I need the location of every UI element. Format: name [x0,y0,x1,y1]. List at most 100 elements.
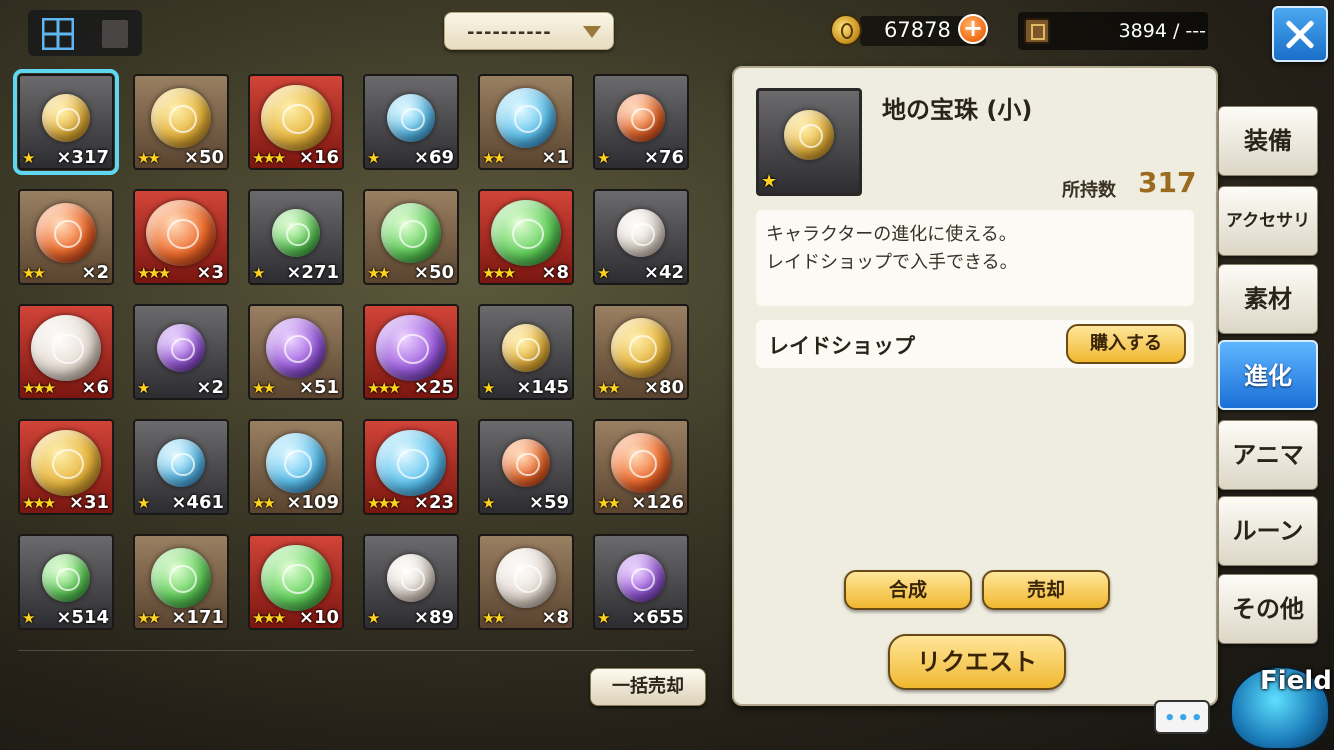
item-slot[interactable]: ★★★ ×25 [363,304,459,400]
item-slot[interactable]: ★★ ×8 [478,534,574,630]
item-detail-panel: ★ 地の宝珠 (小) 所持数 317 キャラクターの進化に使える。 レイドショッ… [732,66,1218,706]
gold-counter: 67878 + [830,12,990,48]
item-stars: ★★★ [22,494,56,512]
item-slot[interactable]: ★ ×89 [363,534,459,630]
wind-orb-icon [261,545,331,612]
tab-anima[interactable]: アニマ [1218,420,1318,490]
item-slot[interactable]: ★★ ×109 [248,419,344,515]
item-slot[interactable]: ★★★ ×6 [18,304,114,400]
fire-orb-icon [502,439,550,488]
item-stars: ★★ [252,494,276,512]
item-slot[interactable]: ★ ×514 [18,534,114,630]
item-slot[interactable]: ★ ×42 [593,189,689,285]
tab-material[interactable]: 素材 [1218,264,1318,334]
item-count: ×8 [541,262,569,283]
add-gold-button[interactable]: + [958,14,988,44]
close-button[interactable] [1272,6,1328,62]
fire-orb-icon [146,200,216,267]
item-slot[interactable]: ★★ ×50 [133,74,229,170]
item-slot[interactable]: ★★★ ×23 [363,419,459,515]
item-slot[interactable]: ★★★ ×16 [248,74,344,170]
item-stars: ★ [252,264,266,282]
field-label: Field [1260,666,1332,696]
item-count: ×69 [413,147,454,168]
item-slot[interactable]: ★ ×145 [478,304,574,400]
item-count: ×317 [56,147,109,168]
light-orb-icon [387,554,435,603]
item-count: ×2 [196,377,224,398]
light-orb-icon [617,209,665,258]
chat-button[interactable]: ••• [1154,700,1210,734]
earth-orb-icon [261,85,331,152]
item-slot[interactable]: ★★★ ×31 [18,419,114,515]
item-stars: ★ [367,609,381,627]
synthesize-button[interactable]: 合成 [844,570,972,610]
item-slot[interactable]: ★★ ×50 [363,189,459,285]
item-stars: ★ [482,494,496,512]
item-stars: ★★★ [367,379,401,397]
fire-orb-icon [617,94,665,143]
item-count: ×145 [516,377,569,398]
water-orb-icon [496,88,556,149]
item-count: ×2 [81,262,109,283]
source-name: レイドショップ [768,334,915,358]
item-count: ×6 [81,377,109,398]
description-line: レイドショップで入手できる。 [766,252,1018,273]
item-slot[interactable]: ★★★ ×3 [133,189,229,285]
item-slot[interactable]: ★ ×76 [593,74,689,170]
item-slot[interactable]: ★ ×461 [133,419,229,515]
item-grid: ★ ×317 ★★ ×50 ★★★ ×16 ★ ×69 ★★ ×1 ★ ×76 ★★ ×2 ★★★ ×3 ★ ×2… [13,69,694,636]
item-count: ×16 [298,147,339,168]
item-slot[interactable]: ★ ×655 [593,534,689,630]
item-count: ×10 [298,607,339,628]
dark-orb-icon [157,324,205,373]
item-count: ×171 [171,607,224,628]
item-count: ×50 [413,262,454,283]
item-slot[interactable]: ★ ×69 [363,74,459,170]
dark-orb-icon [617,554,665,603]
light-orb-icon [31,315,101,382]
item-stars: ★ [137,494,151,512]
earth-orb-icon [502,324,550,373]
owned-label: 所持数 [1062,180,1116,201]
item-count: ×59 [528,492,569,513]
item-slot[interactable]: ★ ×271 [248,189,344,285]
tab-evolution[interactable]: 進化 [1218,340,1318,410]
item-slot[interactable]: ★ ×59 [478,419,574,515]
field-button[interactable]: Field [1222,652,1334,750]
item-slot[interactable]: ★★★ ×8 [478,189,574,285]
view-toggle [28,10,142,56]
item-count: ×50 [183,147,224,168]
wind-orb-icon [381,203,441,264]
selected-item-icon: ★ [756,88,862,196]
buy-button[interactable]: 購入する [1066,324,1186,364]
single-view-icon[interactable] [102,20,128,48]
item-count: ×51 [298,377,339,398]
request-button[interactable]: リクエスト [888,634,1066,690]
item-slot[interactable]: ★ ×317 [13,69,119,175]
item-count: ×655 [631,607,684,628]
wind-orb-icon [151,548,211,609]
tab-equipment[interactable]: 装備 [1218,106,1318,176]
item-slot[interactable]: ★ ×2 [133,304,229,400]
filter-dropdown[interactable]: ---------- [444,12,614,50]
dark-orb-icon [376,315,446,382]
tab-accessory[interactable]: アクセサリ [1218,186,1318,256]
item-slot[interactable]: ★★ ×1 [478,74,574,170]
water-orb-icon [266,433,326,494]
grid-view-icon[interactable] [42,18,74,50]
item-slot[interactable]: ★★ ×80 [593,304,689,400]
item-slot[interactable]: ★★★ ×10 [248,534,344,630]
sell-button[interactable]: 売却 [982,570,1110,610]
item-stars: ★★ [137,609,161,627]
tab-other[interactable]: その他 [1218,574,1318,644]
item-count: ×126 [631,492,684,513]
bulk-sell-button[interactable]: 一括売却 [590,668,706,706]
tab-rune[interactable]: ルーン [1218,496,1318,566]
item-slot[interactable]: ★★ ×2 [18,189,114,285]
item-count: ×1 [541,147,569,168]
item-stars: ★★ [597,494,621,512]
item-slot[interactable]: ★★ ×171 [133,534,229,630]
item-slot[interactable]: ★★ ×51 [248,304,344,400]
item-slot[interactable]: ★★ ×126 [593,419,689,515]
